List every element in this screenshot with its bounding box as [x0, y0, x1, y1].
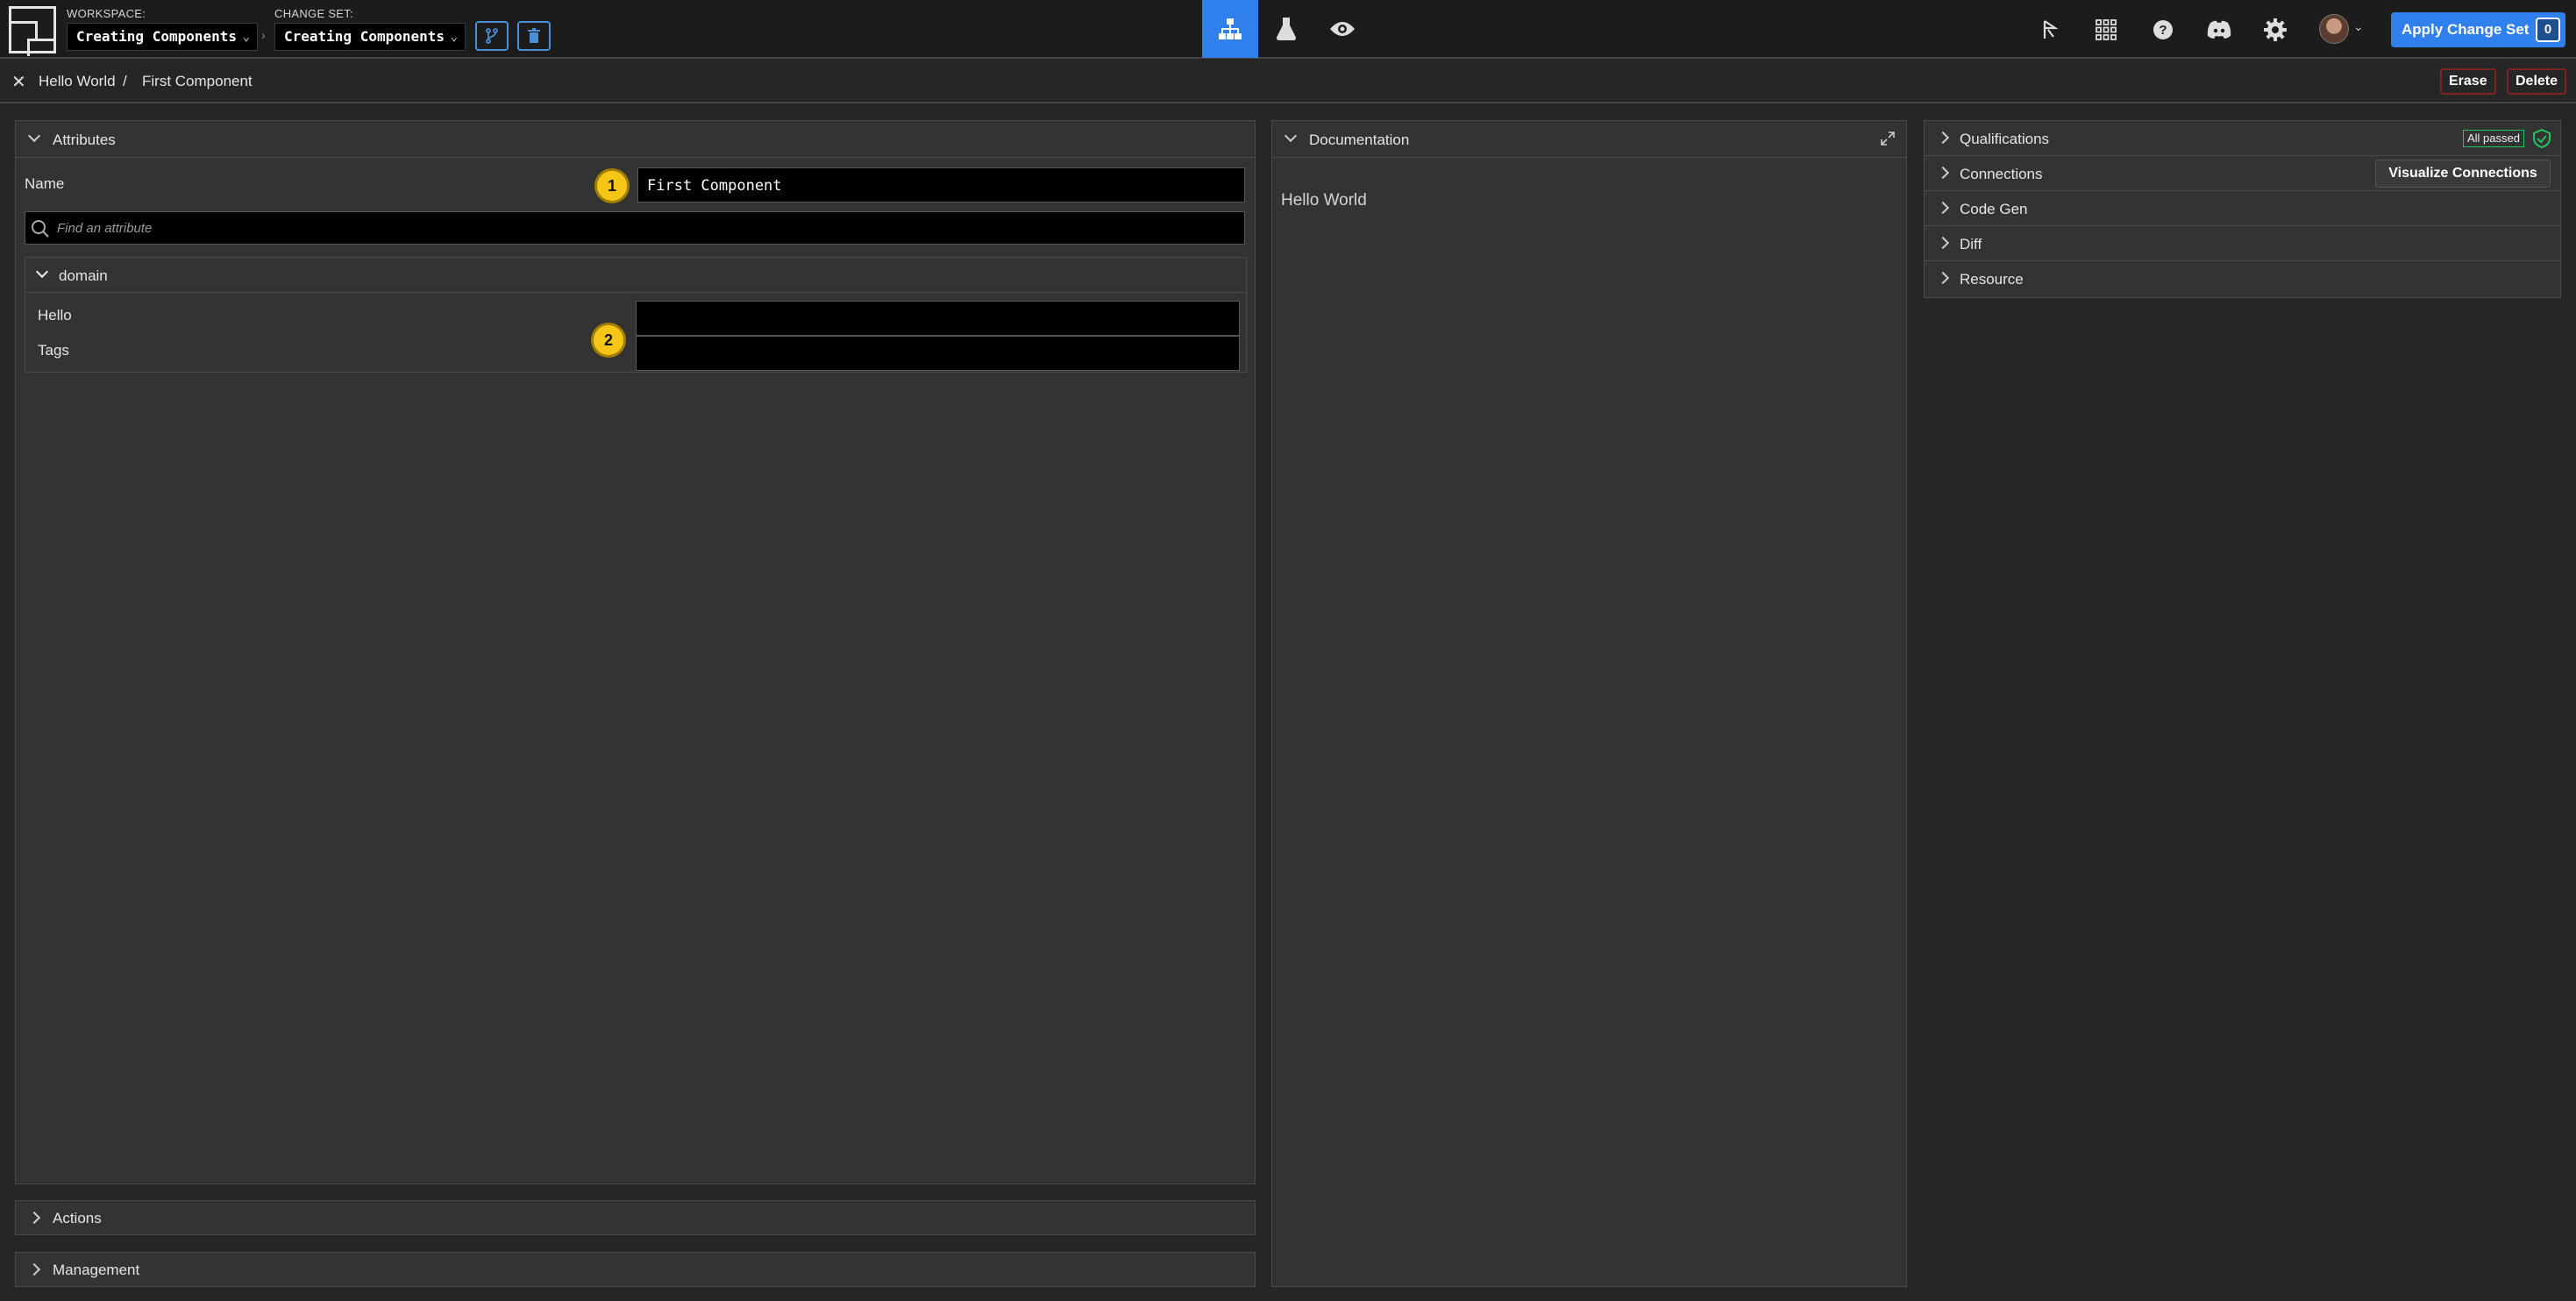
cursor-icon [2043, 20, 2059, 39]
close-icon[interactable]: ✕ [11, 71, 26, 93]
codegen-row[interactable]: Code Gen [1925, 191, 2560, 226]
codegen-title: Code Gen [1960, 201, 2028, 217]
apply-changeset-button[interactable]: Apply Change Set 0 [2391, 12, 2565, 47]
svg-text:?: ? [2159, 23, 2167, 38]
expand-icon[interactable] [1880, 131, 1896, 146]
avatar[interactable] [2319, 14, 2349, 44]
eye-icon [1330, 22, 1355, 36]
management-title: Management [53, 1262, 140, 1278]
view-mode-button[interactable] [1314, 0, 1370, 58]
chevron-right-icon [1936, 236, 1950, 250]
diff-row[interactable]: Diff [1925, 226, 2560, 261]
chevron-right-icon [1936, 131, 1950, 145]
chevron-down-icon[interactable]: ⌄ [2353, 19, 2364, 34]
hello-label: Hello [38, 307, 72, 323]
breadcrumb-parent[interactable]: Hello World [39, 73, 116, 90]
chevron-right-icon: › [261, 28, 266, 42]
resource-row[interactable]: Resource [1925, 261, 2560, 296]
merge-icon [486, 28, 498, 44]
chevron-down-icon [1284, 129, 1298, 143]
name-input[interactable]: First Component [637, 167, 1245, 203]
qualifications-title: Qualifications [1960, 131, 2050, 147]
details-panel: Qualifications All passed Connections Vi… [1924, 120, 2561, 298]
hello-input[interactable] [636, 301, 1240, 336]
delete-button[interactable]: Delete [2507, 68, 2567, 95]
chevron-right-icon [1936, 166, 1950, 180]
attributes-panel: Attributes Name 1 First Component Find a… [15, 120, 1256, 1184]
step-badge-2: 2 [591, 323, 626, 358]
qualifications-row[interactable]: Qualifications All passed [1925, 121, 2560, 156]
tags-label: Tags [38, 342, 69, 359]
domain-group: domain Hello Tags 2 [25, 257, 1247, 373]
settings-button[interactable] [2258, 12, 2293, 47]
help-icon: ? [2153, 20, 2173, 39]
chevron-right-icon [1936, 271, 1950, 285]
documentation-header[interactable]: Documentation [1272, 121, 1906, 158]
gear-icon [2264, 18, 2287, 41]
breadcrumb-current: First Component [142, 73, 253, 89]
name-input-value: First Component [647, 177, 782, 195]
search-icon [32, 220, 49, 238]
actions-section[interactable]: Actions [15, 1200, 1256, 1235]
tags-input[interactable] [636, 336, 1240, 371]
model-mode-button[interactable] [1202, 0, 1258, 58]
workspace-select[interactable]: Creating Components ⌄ [67, 23, 258, 51]
grid-icon [2096, 19, 2117, 40]
breadcrumb-separator: / [123, 73, 127, 89]
trash-icon [528, 28, 540, 43]
connections-row[interactable]: Connections Visualize Connections [1925, 156, 2560, 191]
changeset-select[interactable]: Creating Components ⌄ [274, 23, 466, 51]
visualize-connections-button[interactable]: Visualize Connections [2375, 160, 2551, 188]
workspace-select-value: Creating Components [76, 28, 238, 45]
chevron-right-icon [27, 1211, 41, 1225]
lab-mode-button[interactable] [1258, 0, 1314, 58]
chevron-down-icon [27, 129, 41, 143]
chevron-down-icon: ⌄ [450, 30, 458, 44]
system-initiative-logo[interactable] [9, 6, 56, 56]
flask-icon [1276, 18, 1297, 40]
attribute-search-input[interactable]: Find an attribute [25, 211, 1245, 245]
domain-group-header[interactable]: domain [25, 258, 1246, 293]
actions-title: Actions [53, 1210, 102, 1226]
chevron-right-icon [27, 1262, 41, 1276]
documentation-title: Documentation [1309, 132, 1410, 148]
apply-changeset-label: Apply Change Set [2402, 21, 2530, 38]
shield-check-icon [2533, 129, 2551, 148]
chevron-right-icon [1936, 201, 1950, 215]
connections-title: Connections [1960, 166, 2043, 182]
step-badge-1: 1 [594, 168, 630, 203]
help-button[interactable]: ? [2145, 12, 2181, 47]
chevron-down-icon [35, 265, 49, 279]
chevron-down-icon: ⌄ [242, 30, 250, 44]
abandon-changeset-button[interactable] [517, 21, 551, 51]
changeset-count-badge: 0 [2536, 18, 2560, 42]
diff-title: Diff [1960, 236, 1982, 252]
discord-icon [2207, 20, 2231, 39]
domain-group-title: domain [59, 267, 108, 284]
diagram-icon [1219, 18, 1242, 39]
apps-button[interactable] [2089, 12, 2124, 47]
resource-title: Resource [1960, 271, 2024, 288]
qualifications-status-badge: All passed [2463, 130, 2524, 147]
workspace-label: WORKSPACE: [67, 7, 146, 20]
breadcrumb: ✕ Hello World / First Component Erase De… [0, 60, 2576, 103]
documentation-body: Hello World [1281, 191, 1367, 210]
name-label: Name [25, 175, 65, 192]
attributes-header[interactable]: Attributes [16, 121, 1255, 158]
management-section[interactable]: Management [15, 1252, 1256, 1287]
changeset-label: CHANGE SET: [274, 7, 353, 20]
changeset-select-value: Creating Components [284, 28, 445, 45]
search-placeholder: Find an attribute [57, 221, 153, 236]
attributes-title: Attributes [53, 132, 116, 148]
discord-button[interactable] [2202, 12, 2237, 47]
erase-button[interactable]: Erase [2440, 68, 2496, 95]
top-bar: WORKSPACE: Creating Components ⌄ › CHANG… [0, 0, 2576, 59]
merge-changeset-button[interactable] [475, 21, 509, 51]
documentation-panel: Documentation Hello World [1271, 120, 1907, 1287]
cursor-button[interactable] [2032, 12, 2067, 47]
